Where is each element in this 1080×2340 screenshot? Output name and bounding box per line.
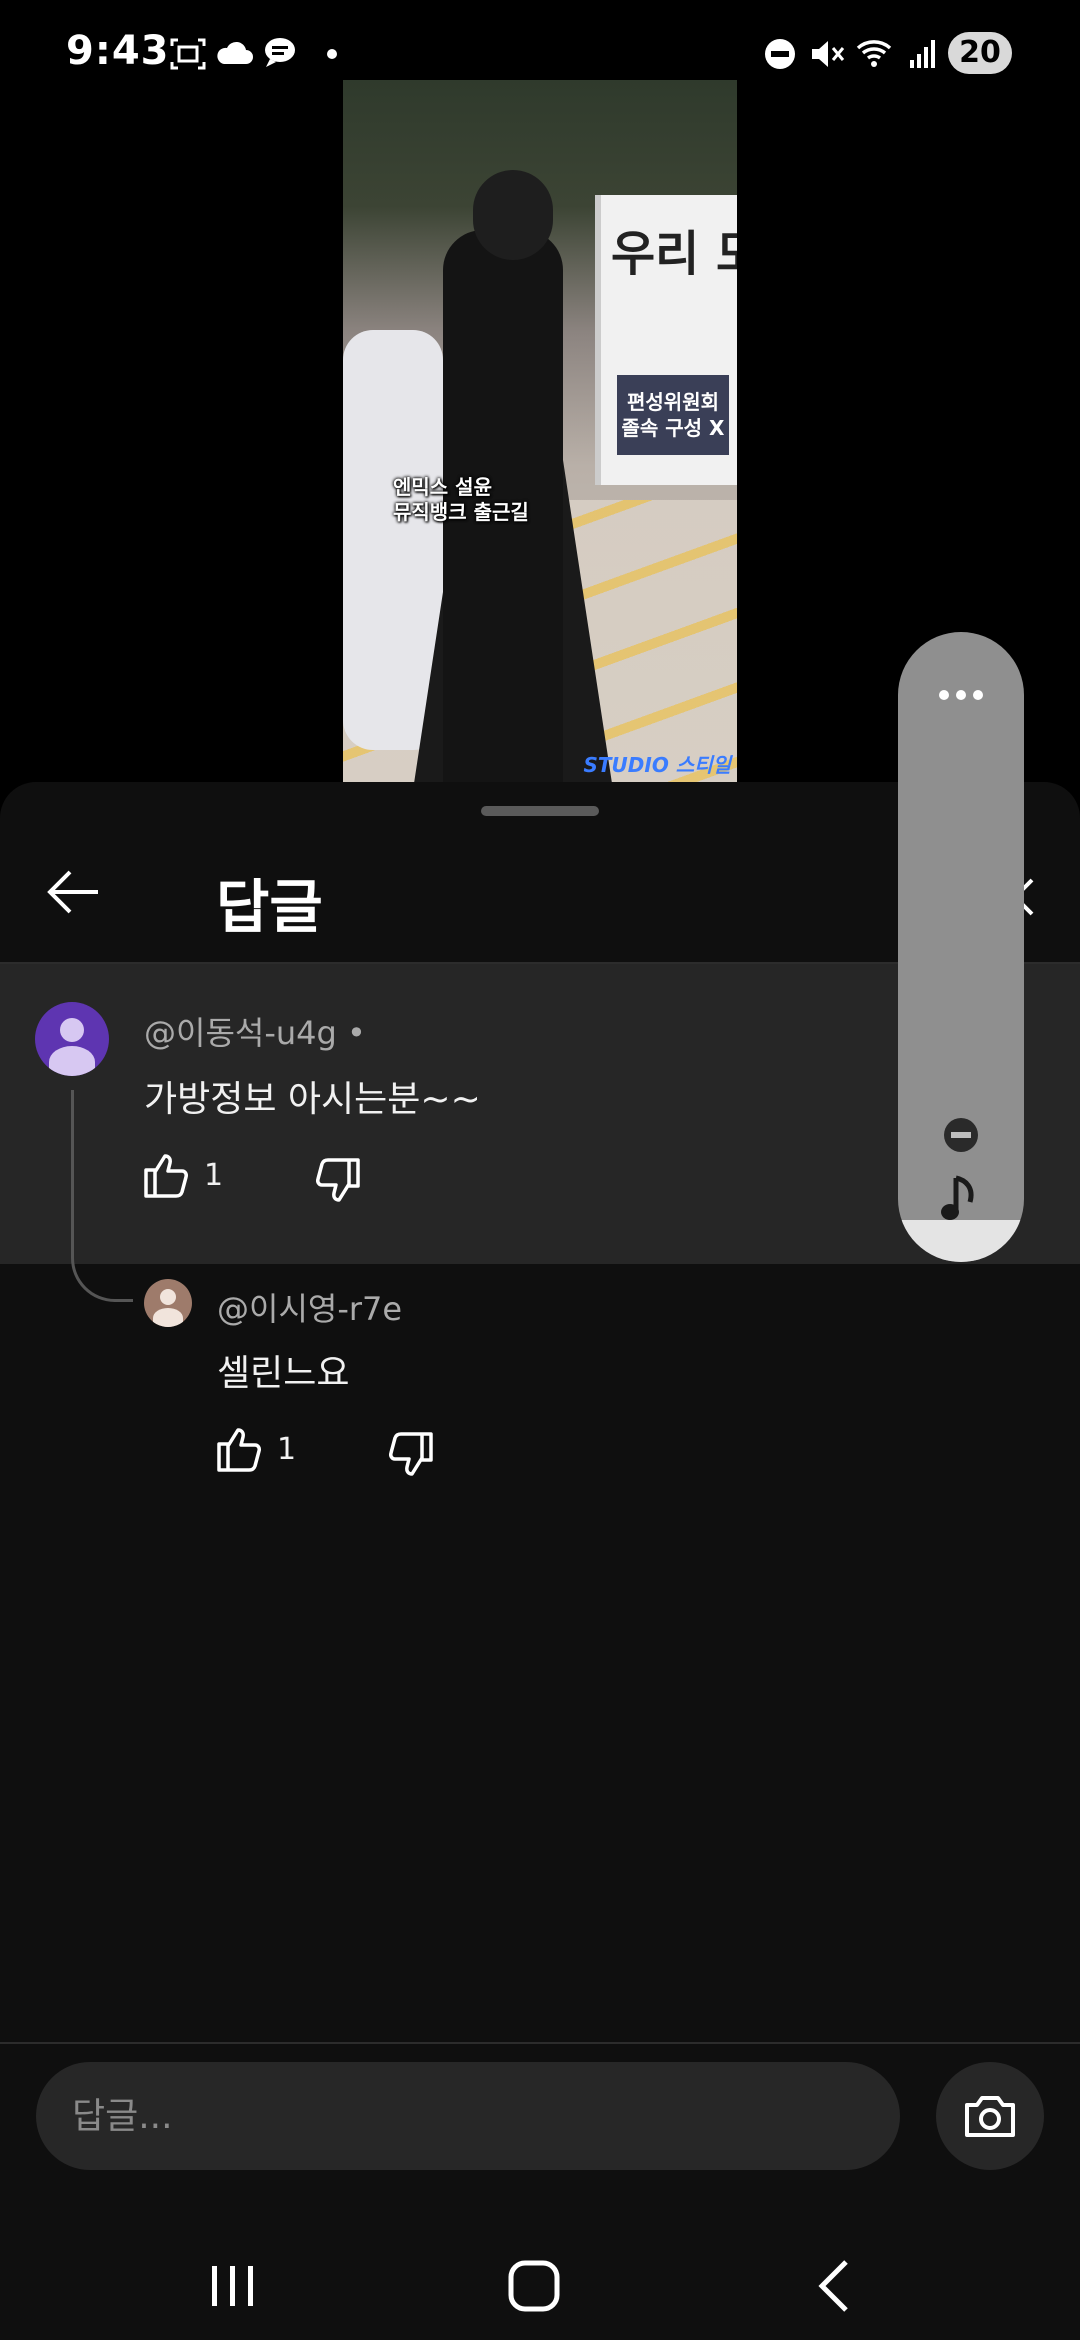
reply-text: 셀린느요	[217, 1353, 350, 1394]
video-caption: 엔믹스 설윤 뮤직뱅크 출근길	[393, 475, 529, 525]
banner-sub: 편성위원회 졸속 구성 X	[617, 375, 729, 455]
thumbs-down-icon[interactable]	[383, 1428, 437, 1482]
camera-icon	[965, 2096, 1015, 2137]
battery-indicator: 20	[948, 32, 1012, 74]
back-arrow-icon[interactable]	[38, 856, 110, 928]
thumbs-up-icon[interactable]	[140, 1148, 194, 1202]
page-title: 답글	[216, 873, 323, 941]
thumbs-down-icon[interactable]	[310, 1154, 364, 1208]
nav-bar	[0, 2230, 1080, 2340]
comment-author[interactable]: @이동석-u4g •	[144, 1008, 366, 1054]
status-time: 9:43	[66, 28, 170, 74]
reply-input[interactable]	[36, 2062, 900, 2170]
wifi-icon	[856, 40, 892, 67]
screenshot-icon	[170, 38, 206, 70]
avatar[interactable]	[144, 1279, 192, 1327]
home-icon[interactable]	[498, 2250, 570, 2322]
caption-line-1: 엔믹스 설윤	[393, 475, 492, 499]
video-figure-head	[473, 170, 553, 260]
drag-handle[interactable]	[481, 806, 599, 816]
divider	[0, 2042, 1080, 2044]
chat-icon	[265, 38, 295, 67]
video-player[interactable]: 우리 모두가 편성위원회 졸속 구성 X 엔믹스 설윤 뮤직뱅크 출근길 STU…	[343, 80, 737, 782]
thread-connector	[71, 1090, 133, 1302]
video-watermark: STUDIO 스티일	[583, 753, 732, 777]
comment-text: 가방정보 아시는분~~	[144, 1079, 481, 1120]
floating-panel[interactable]	[898, 632, 1024, 1262]
thumbs-up-icon[interactable]	[213, 1422, 267, 1476]
signal-icon	[910, 40, 935, 68]
back-icon[interactable]	[800, 2250, 872, 2322]
more-icon[interactable]	[936, 680, 986, 710]
music-note-icon[interactable]	[938, 1172, 982, 1226]
dnd-icon	[765, 39, 795, 69]
video-banner: 우리 모두가 편성위원회 졸속 구성 X	[595, 195, 737, 485]
avatar[interactable]	[35, 1002, 109, 1076]
mute-icon	[812, 41, 845, 67]
dot-icon	[327, 49, 337, 59]
like-count: 1	[204, 1158, 224, 1193]
screen: 9:43 20 우리 편성위원회 졸속 구성 X 엔믹스 설윤 뮤직뱅크 출근길…	[0, 0, 1080, 2340]
banner-text: 우리 모두가	[611, 226, 737, 282]
caption-line-2: 뮤직뱅크 출근길	[393, 500, 529, 524]
cloud-icon	[217, 41, 253, 64]
reply-author[interactable]: @이시영-r7e	[217, 1284, 402, 1330]
volume-level	[898, 1220, 1024, 1262]
camera-button[interactable]	[936, 2062, 1044, 2170]
dnd-icon[interactable]	[942, 1116, 980, 1154]
recents-icon[interactable]	[196, 2250, 268, 2322]
video-side-figure	[343, 330, 443, 750]
like-count: 1	[277, 1432, 297, 1467]
